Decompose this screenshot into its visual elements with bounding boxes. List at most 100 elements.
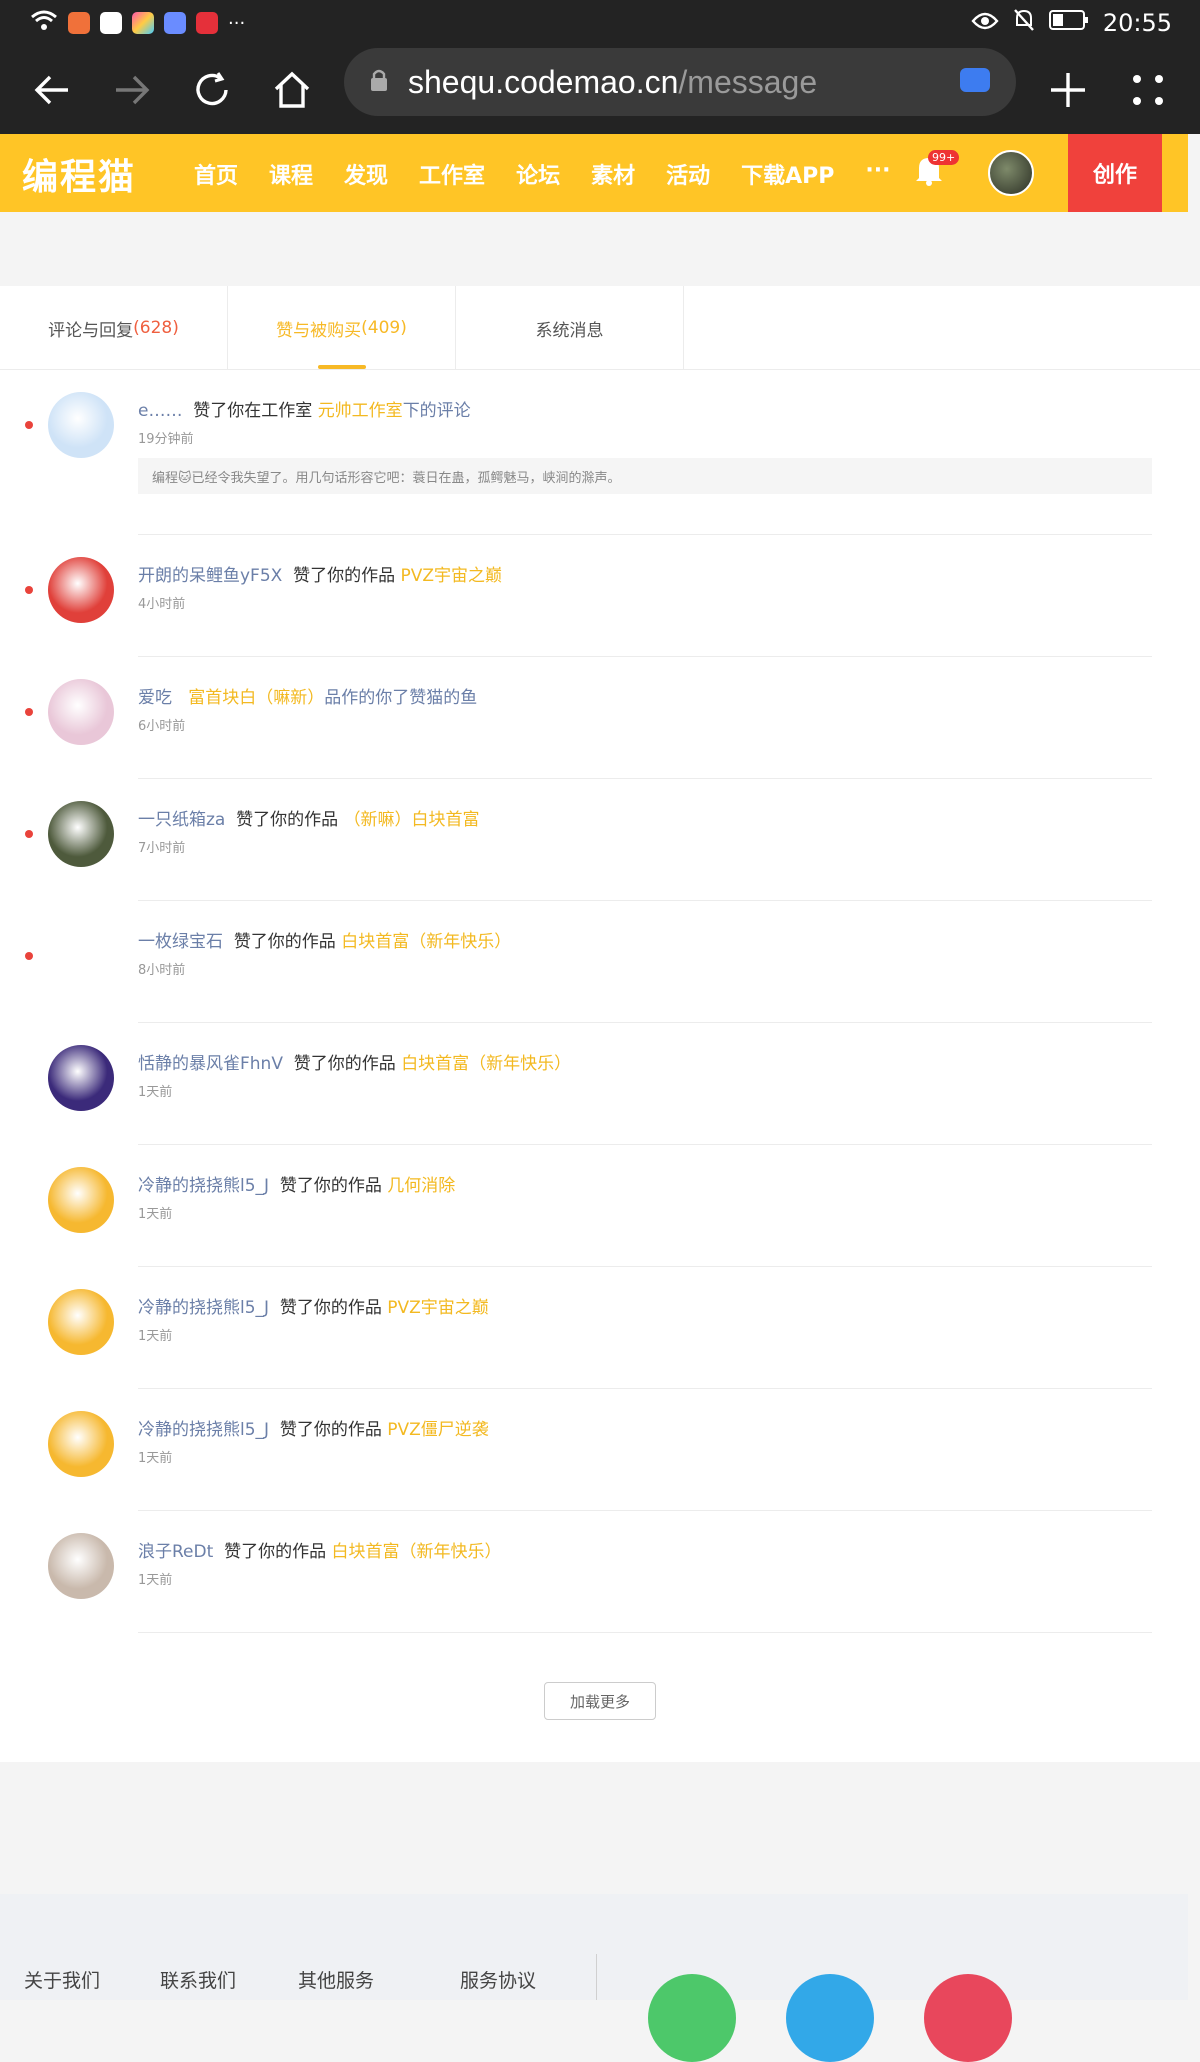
tab-label: 系统消息 (535, 320, 604, 341)
divider (138, 1388, 1152, 1389)
nav-more[interactable]: ··· (865, 158, 890, 190)
app-icon-health (196, 12, 218, 34)
footer-services[interactable]: 其他服务 (298, 1966, 374, 1993)
timestamp: 19分钟前 (138, 432, 194, 447)
username-link[interactable]: 冷静的挠挠熊l5_J (138, 1298, 269, 1318)
divider (138, 778, 1152, 779)
unread-dot (25, 586, 33, 594)
tab-switcher-icon[interactable] (960, 68, 990, 92)
action-text: 赞了你的作品 (233, 932, 336, 952)
qq-icon[interactable] (786, 1974, 874, 2062)
unread-dot (25, 708, 33, 716)
status-icons-left: ··· (30, 10, 245, 36)
new-tab-button[interactable] (1038, 60, 1098, 120)
timestamp: 8小时前 (138, 963, 186, 978)
tab-system[interactable]: 系统消息 (456, 286, 684, 370)
nav-forum[interactable]: 论坛 (516, 158, 560, 190)
divider (138, 1632, 1152, 1633)
home-button[interactable] (262, 60, 322, 120)
work-link[interactable]: 几何消除 (387, 1176, 455, 1196)
nav-discover[interactable]: 发现 (344, 158, 388, 190)
notification-badge: 99+ (928, 150, 960, 165)
tab-likes[interactable]: 赞与被购买 (409) (228, 286, 456, 370)
nav-studio[interactable]: 工作室 (419, 158, 485, 190)
unread-dot (25, 952, 33, 960)
weibo-icon[interactable] (924, 1974, 1012, 2062)
url-path: /message (678, 63, 818, 100)
address-bar[interactable]: shequ.codemao.cn/message (344, 48, 1016, 116)
timestamp: 1天前 (138, 1573, 173, 1588)
username-link[interactable]: 爱吃 (138, 688, 172, 708)
unread-dot (25, 421, 33, 429)
user-avatar[interactable] (48, 1411, 114, 1477)
nav-courses[interactable]: 课程 (269, 158, 313, 190)
message-text: 一只纸箱za 赞了你的作品 （新嘛）白块首富 (138, 805, 480, 830)
user-avatar[interactable] (48, 1045, 114, 1111)
wifi-icon (30, 10, 58, 36)
reload-button[interactable] (182, 60, 242, 120)
work-link[interactable]: PVZ宇宙之巅 (401, 566, 503, 586)
site-logo[interactable]: 编程猫 (22, 148, 136, 200)
user-avatar[interactable] (48, 923, 114, 989)
status-icons-right: 20:55 (971, 8, 1172, 38)
suffix-text: 下的评论 (402, 401, 471, 421)
work-link[interactable]: （新嘛）白块首富 (344, 810, 480, 830)
suffix-text: 品作的你了赞猫的鱼 (324, 688, 478, 708)
user-avatar[interactable] (48, 1167, 114, 1233)
nav-home[interactable]: 首页 (194, 158, 238, 190)
work-link[interactable]: 元帅工作室 (318, 401, 403, 421)
nav-events[interactable]: 活动 (666, 158, 710, 190)
tab-comments[interactable]: 评论与回复 (628) (0, 286, 228, 370)
work-link[interactable]: PVZ僵尸逆袭 (387, 1420, 489, 1440)
username-link[interactable]: 浪子ReDt (138, 1542, 213, 1562)
user-avatar[interactable] (988, 150, 1034, 196)
message-panel: 评论与回复 (628) 赞与被购买 (409) 系统消息 e…… 赞了你在工作室 元… (0, 286, 1200, 1762)
username-link[interactable]: 恬静的暴风雀FhnV (138, 1054, 283, 1074)
mute-bell-icon (1013, 8, 1035, 38)
home-icon (274, 71, 310, 108)
username-link[interactable]: e…… (138, 401, 182, 421)
more-notifications: ··· (228, 12, 246, 34)
browser-menu-button[interactable] (1118, 60, 1178, 120)
username-link[interactable]: 冷静的挠挠熊l5_J (138, 1420, 269, 1440)
username-link[interactable]: 开朗的呆鲤鱼yF5X (138, 566, 282, 586)
user-avatar[interactable] (48, 1289, 114, 1355)
main-nav: 首页 课程 发现 工作室 论坛 素材 活动 下载APP ··· (194, 158, 921, 190)
action-text: 赞了你的作品 (236, 810, 339, 830)
work-link[interactable]: PVZ宇宙之巅 (387, 1298, 489, 1318)
work-link[interactable]: 白块首富（新年快乐） (341, 932, 511, 952)
username-link[interactable]: 一只纸箱za (138, 810, 225, 830)
timestamp: 1天前 (138, 1207, 173, 1222)
eye-icon (971, 9, 999, 37)
footer-agreement[interactable]: 服务协议 (460, 1966, 536, 1993)
user-avatar[interactable] (48, 679, 114, 745)
message-text: 开朗的呆鲤鱼yF5X 赞了你的作品 PVZ宇宙之巅 (138, 561, 502, 586)
back-button[interactable] (22, 60, 82, 120)
wechat-icon[interactable] (648, 1974, 736, 2062)
timestamp: 6小时前 (138, 719, 186, 734)
create-button[interactable]: 创作 (1068, 134, 1162, 212)
nav-assets[interactable]: 素材 (591, 158, 635, 190)
browser-toolbar: shequ.codemao.cn/message (0, 46, 1200, 134)
user-avatar[interactable] (48, 392, 114, 458)
work-link[interactable]: 白块首富（新年快乐） (331, 1542, 501, 1562)
footer-about[interactable]: 关于我们 (24, 1966, 100, 1993)
timestamp: 1天前 (138, 1329, 173, 1344)
username-link[interactable]: 冷静的挠挠熊l5_J (138, 1176, 269, 1196)
username-link[interactable]: 一枚绿宝石 (138, 932, 223, 952)
message-text: 冷静的挠挠熊l5_J 赞了你的作品 PVZ宇宙之巅 (138, 1293, 489, 1318)
user-avatar[interactable] (48, 1533, 114, 1599)
user-avatar[interactable] (48, 557, 114, 623)
arrow-right-icon (116, 75, 150, 105)
nav-download-app[interactable]: 下载APP (741, 158, 834, 190)
action-text: 赞了你的作品 (279, 1176, 382, 1196)
load-more-button[interactable]: 加载更多 (544, 1682, 656, 1720)
user-avatar[interactable] (48, 801, 114, 867)
comment-quote: 编程🐱已经令我失望了。用几句话形容它吧：蓑日在蛊，孤鳄魅马，峡涧的滁声。 (138, 458, 1152, 494)
work-link[interactable]: 富首块白（嘛新） (188, 688, 324, 708)
forward-button[interactable] (102, 60, 162, 120)
footer-contact[interactable]: 联系我们 (160, 1966, 236, 1993)
work-link[interactable]: 白块首富（新年快乐） (401, 1054, 571, 1074)
timestamp: 1天前 (138, 1085, 173, 1100)
action-text: 赞了你的作品 (279, 1420, 382, 1440)
